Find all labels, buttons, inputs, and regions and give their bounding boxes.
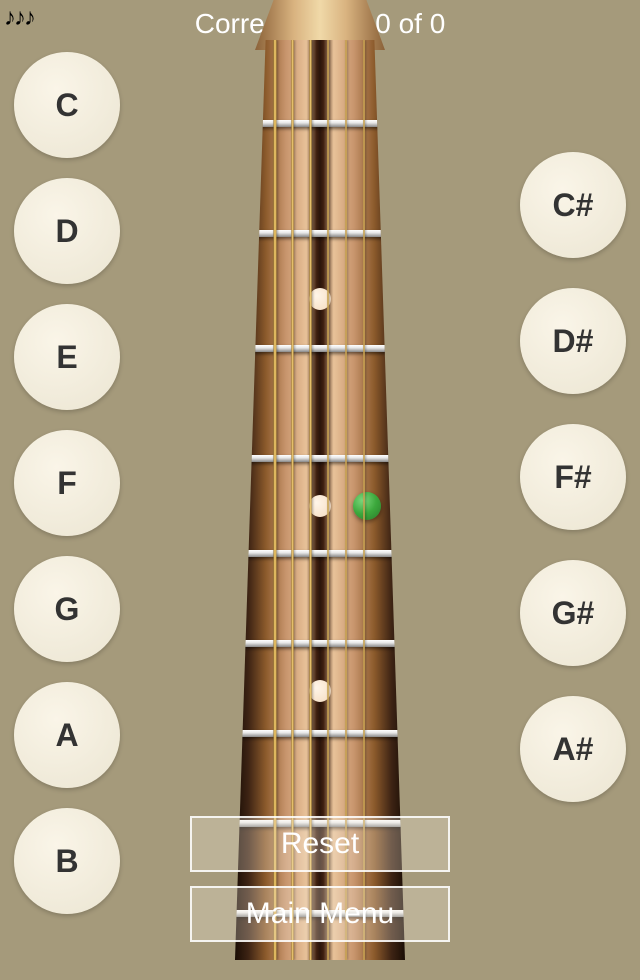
active-note-indicator <box>353 492 381 520</box>
fret <box>235 640 405 647</box>
main-menu-button[interactable]: Main Menu <box>190 886 450 942</box>
fret <box>235 120 405 127</box>
note-dsharp-button[interactable]: D# <box>520 288 626 394</box>
fret <box>235 455 405 462</box>
note-g-button[interactable]: G <box>14 556 120 662</box>
fret <box>235 730 405 737</box>
note-asharp-button[interactable]: A# <box>520 696 626 802</box>
fret <box>235 550 405 557</box>
note-b-button[interactable]: B <box>14 808 120 914</box>
note-a-button[interactable]: A <box>14 682 120 788</box>
reset-button[interactable]: Reset <box>190 816 450 872</box>
note-c-button[interactable]: C <box>14 52 120 158</box>
note-fsharp-button[interactable]: F# <box>520 424 626 530</box>
fret <box>235 230 405 237</box>
note-d-button[interactable]: D <box>14 178 120 284</box>
note-gsharp-button[interactable]: G# <box>520 560 626 666</box>
note-csharp-button[interactable]: C# <box>520 152 626 258</box>
fret <box>235 345 405 352</box>
note-f-button[interactable]: F <box>14 430 120 536</box>
note-e-button[interactable]: E <box>14 304 120 410</box>
